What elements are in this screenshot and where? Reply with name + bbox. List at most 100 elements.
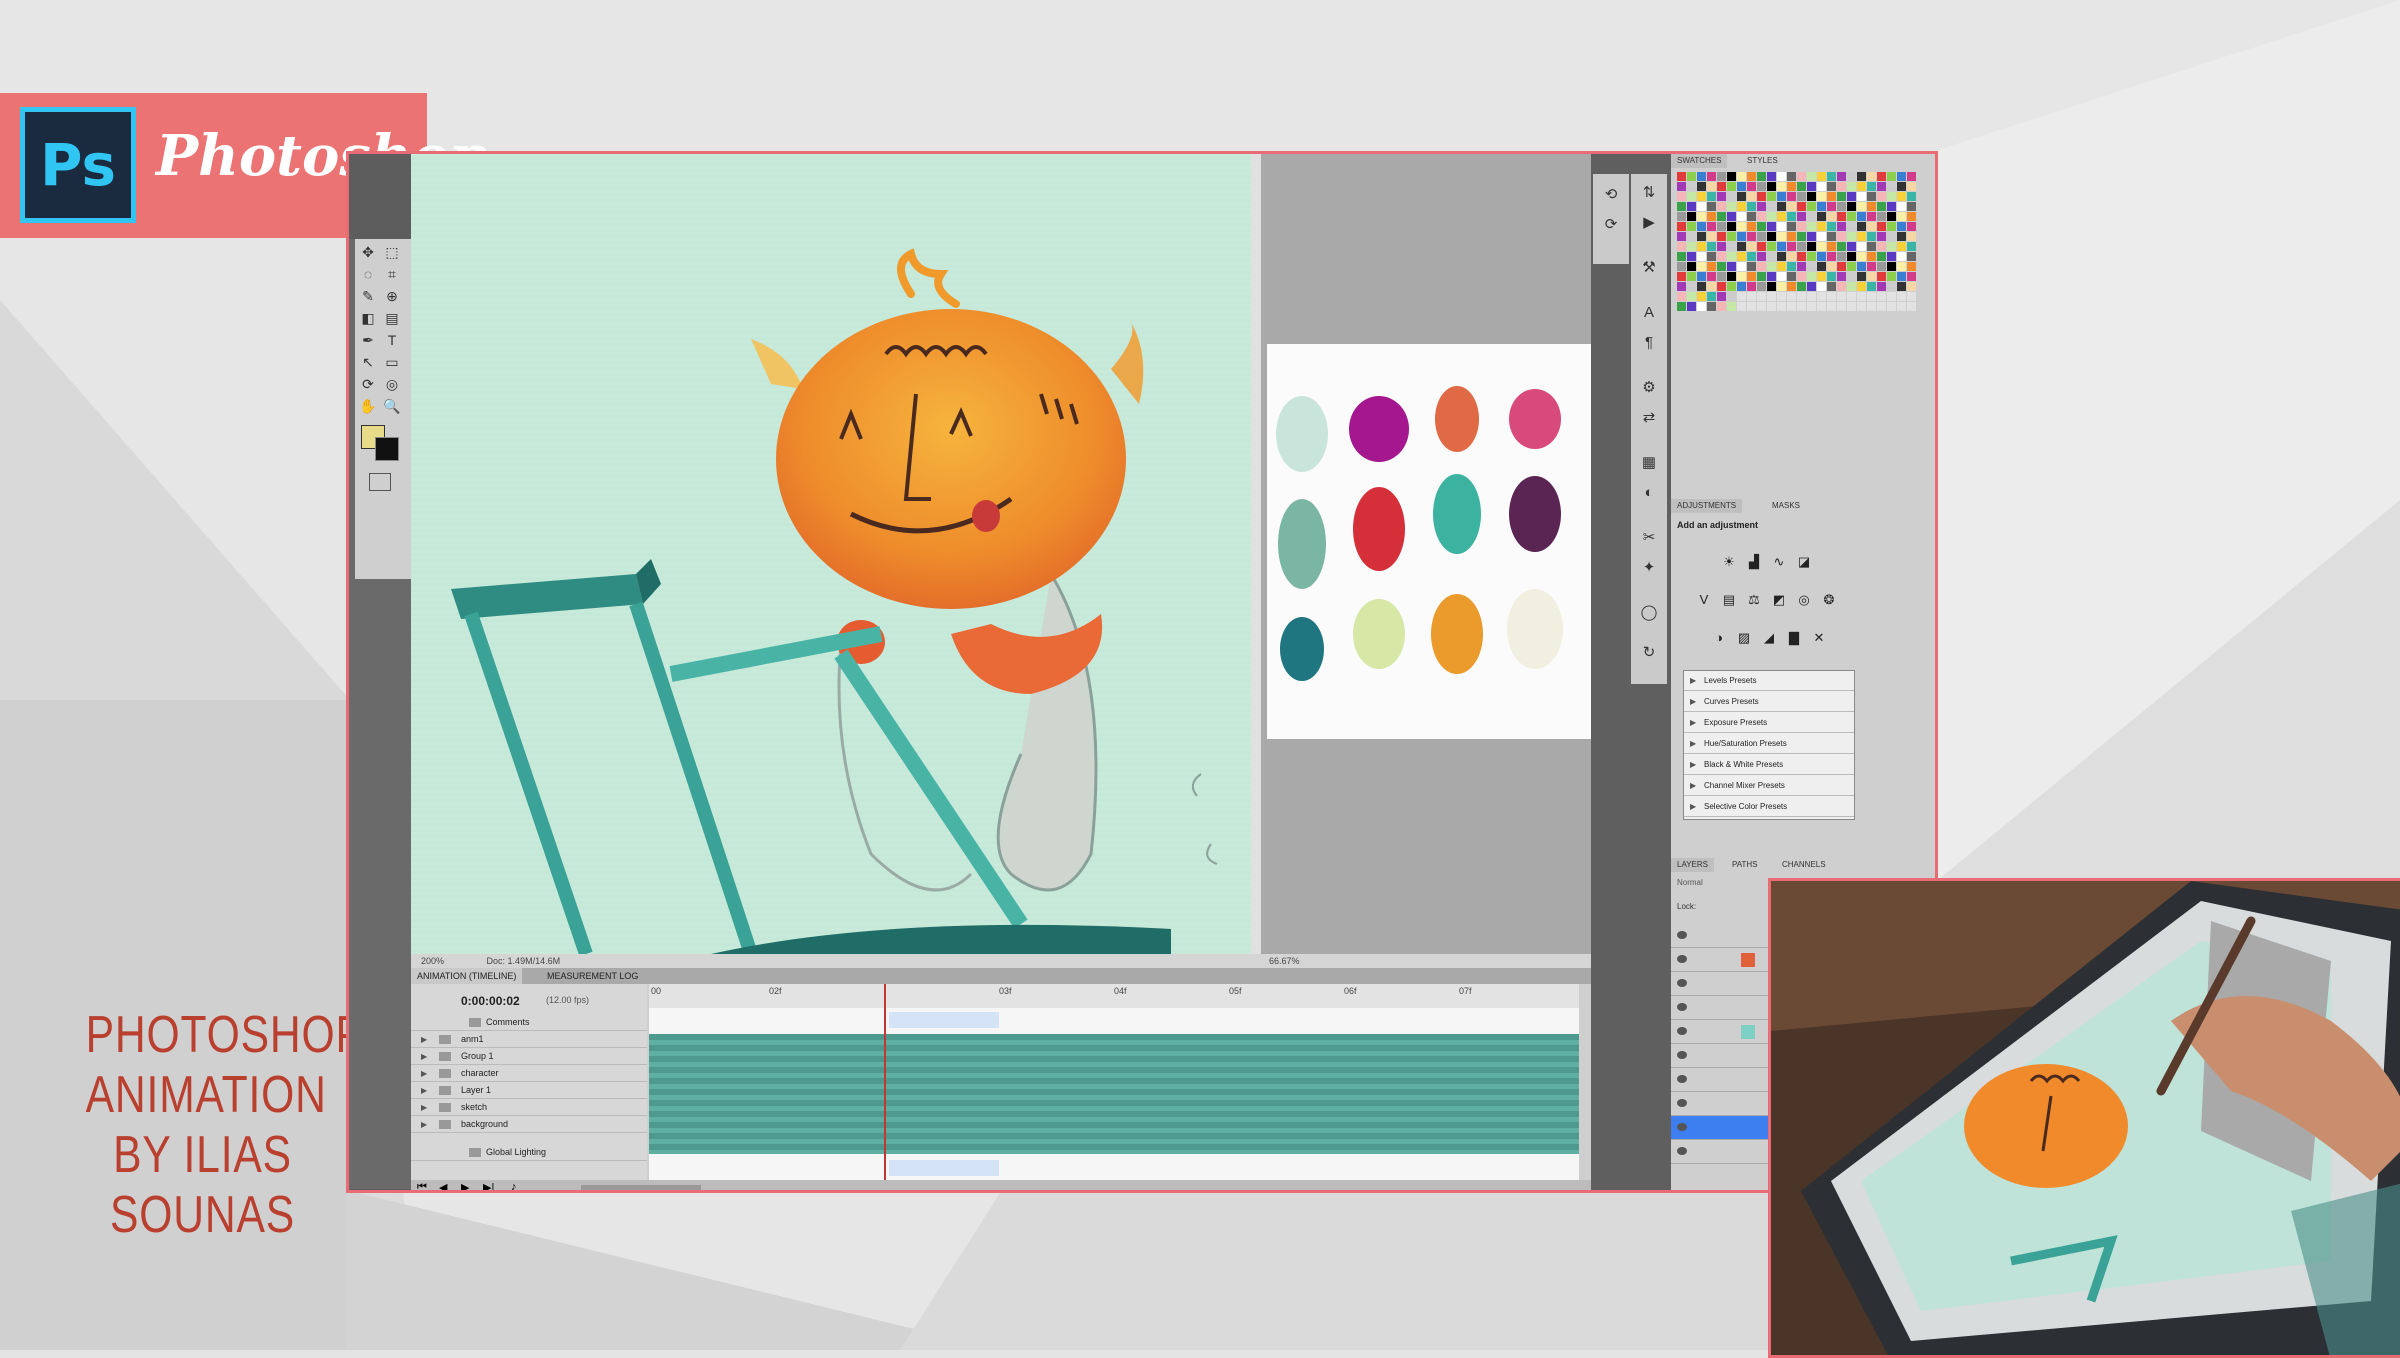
clone-source-icon[interactable]: ▶ [1640, 214, 1658, 232]
threshold-icon[interactable]: ◢ [1761, 630, 1777, 646]
swatch-cell[interactable] [1697, 212, 1706, 221]
swatch-cell[interactable] [1807, 182, 1816, 191]
swatch-cell[interactable] [1767, 302, 1776, 311]
swatch-cell[interactable] [1707, 232, 1716, 241]
swatch-cell[interactable] [1907, 272, 1916, 281]
swatch-cell[interactable] [1877, 302, 1886, 311]
posterize-icon[interactable]: ▨ [1736, 630, 1752, 646]
swatch-cell[interactable] [1697, 222, 1706, 231]
swatch-cell[interactable] [1847, 172, 1856, 181]
swatch-cell[interactable] [1807, 272, 1816, 281]
animation-icon[interactable]: ↻ [1640, 644, 1658, 662]
swatch-cell[interactable] [1677, 252, 1686, 261]
swatch-cell[interactable] [1887, 172, 1896, 181]
histogram-icon[interactable]: ▦ [1640, 454, 1658, 472]
timeline-row-global-lighting[interactable]: Global Lighting [411, 1144, 647, 1161]
timeline-row[interactable]: ▶ anm1 [411, 1031, 647, 1048]
move-tool-icon[interactable]: ✥ [359, 245, 377, 259]
swatch-cell[interactable] [1707, 172, 1716, 181]
swatch-cell[interactable] [1887, 182, 1896, 191]
swatch-cell[interactable] [1727, 292, 1736, 301]
navigator-icon[interactable]: ⇄ [1640, 409, 1658, 427]
swatch-cell[interactable] [1797, 272, 1806, 281]
swatch-cell[interactable] [1737, 202, 1746, 211]
swatch-cell[interactable] [1897, 192, 1906, 201]
swatch-cell[interactable] [1837, 212, 1846, 221]
swatch-cell[interactable] [1717, 202, 1726, 211]
swatch-cell[interactable] [1797, 192, 1806, 201]
swatch-cell[interactable] [1847, 212, 1856, 221]
eye-icon[interactable] [1677, 1075, 1687, 1083]
timeline-row[interactable]: ▶ background [411, 1116, 647, 1133]
actions-icon[interactable]: ⟳ [1602, 216, 1620, 234]
timeline-row[interactable]: ▶ Group 1 [411, 1048, 647, 1065]
swatch-cell[interactable] [1897, 232, 1906, 241]
swatch-cell[interactable] [1777, 222, 1786, 231]
swatch-cell[interactable] [1847, 302, 1856, 311]
swatch-cell[interactable] [1767, 182, 1776, 191]
swatch-cell[interactable] [1677, 212, 1686, 221]
swatch-cell[interactable] [1807, 222, 1816, 231]
swatch-cell[interactable] [1777, 202, 1786, 211]
swatch-cell[interactable] [1797, 282, 1806, 291]
swatch-cell[interactable] [1697, 232, 1706, 241]
swatch-cell[interactable] [1877, 192, 1886, 201]
swatch-cell[interactable] [1697, 292, 1706, 301]
swatch-cell[interactable] [1807, 192, 1816, 201]
swatch-cell[interactable] [1907, 252, 1916, 261]
swatch-cell[interactable] [1857, 292, 1866, 301]
swatch-cell[interactable] [1737, 192, 1746, 201]
swatch-cell[interactable] [1717, 242, 1726, 251]
swatch-cell[interactable] [1907, 222, 1916, 231]
swatch-cell[interactable] [1747, 192, 1756, 201]
swatch-cell[interactable] [1837, 272, 1846, 281]
swatch-cell[interactable] [1737, 182, 1746, 191]
swatch-cell[interactable] [1727, 222, 1736, 231]
swatch-cell[interactable] [1717, 212, 1726, 221]
info-icon[interactable]: ⚙ [1640, 379, 1658, 397]
swatch-cell[interactable] [1787, 252, 1796, 261]
timeline-ruler[interactable]: 00 02f 03f 04f 05f 06f 07f [649, 984, 1579, 1008]
swatch-cell[interactable] [1777, 232, 1786, 241]
swatch-cell[interactable] [1747, 232, 1756, 241]
swatch-cell[interactable] [1867, 192, 1876, 201]
brush-presets-icon[interactable]: ⇅ [1640, 184, 1658, 202]
swatch-cell[interactable] [1727, 202, 1736, 211]
paragraph-icon[interactable]: ¶ [1640, 334, 1658, 352]
swatch-cell[interactable] [1767, 192, 1776, 201]
swatch-cell[interactable] [1787, 282, 1796, 291]
tab-styles[interactable]: STYLES [1741, 154, 1784, 168]
current-time[interactable]: 0:00:00:02 [461, 994, 520, 1008]
timeline-row[interactable]: ▶ sketch [411, 1099, 647, 1116]
3d-camera-tool-icon[interactable]: ◎ [383, 377, 401, 391]
marquee-tool-icon[interactable]: ⬚ [383, 245, 401, 259]
preset-item[interactable]: ▶ Curves Presets [1684, 692, 1854, 712]
swatch-cell[interactable] [1677, 232, 1686, 241]
history-icon[interactable]: ⟲ [1602, 186, 1620, 204]
swatch-cell[interactable] [1767, 232, 1776, 241]
swatch-cell[interactable] [1767, 172, 1776, 181]
swatch-cell[interactable] [1877, 212, 1886, 221]
swatch-cell[interactable] [1677, 272, 1686, 281]
swatch-cell[interactable] [1877, 242, 1886, 251]
swatch-cell[interactable] [1797, 252, 1806, 261]
swatch-cell[interactable] [1817, 172, 1826, 181]
tab-adjustments[interactable]: ADJUSTMENTS [1671, 499, 1743, 513]
swatch-cell[interactable] [1757, 272, 1766, 281]
swatch-cell[interactable] [1867, 272, 1876, 281]
swatch-cell[interactable] [1867, 252, 1876, 261]
swatch-cell[interactable] [1697, 202, 1706, 211]
swatch-cell[interactable] [1887, 302, 1896, 311]
swatch-cell[interactable] [1877, 252, 1886, 261]
swatch-cell[interactable] [1777, 262, 1786, 271]
eye-icon[interactable] [1677, 955, 1687, 963]
swatch-cell[interactable] [1887, 272, 1896, 281]
swatch-cell[interactable] [1757, 182, 1766, 191]
swatch-cell[interactable] [1907, 212, 1916, 221]
eye-icon[interactable] [1677, 1147, 1687, 1155]
swatch-cell[interactable] [1907, 192, 1916, 201]
swatch-cell[interactable] [1787, 212, 1796, 221]
first-frame-icon[interactable]: ⏮ [417, 1181, 427, 1190]
swatch-cell[interactable] [1897, 242, 1906, 251]
swatch-cell[interactable] [1707, 262, 1716, 271]
